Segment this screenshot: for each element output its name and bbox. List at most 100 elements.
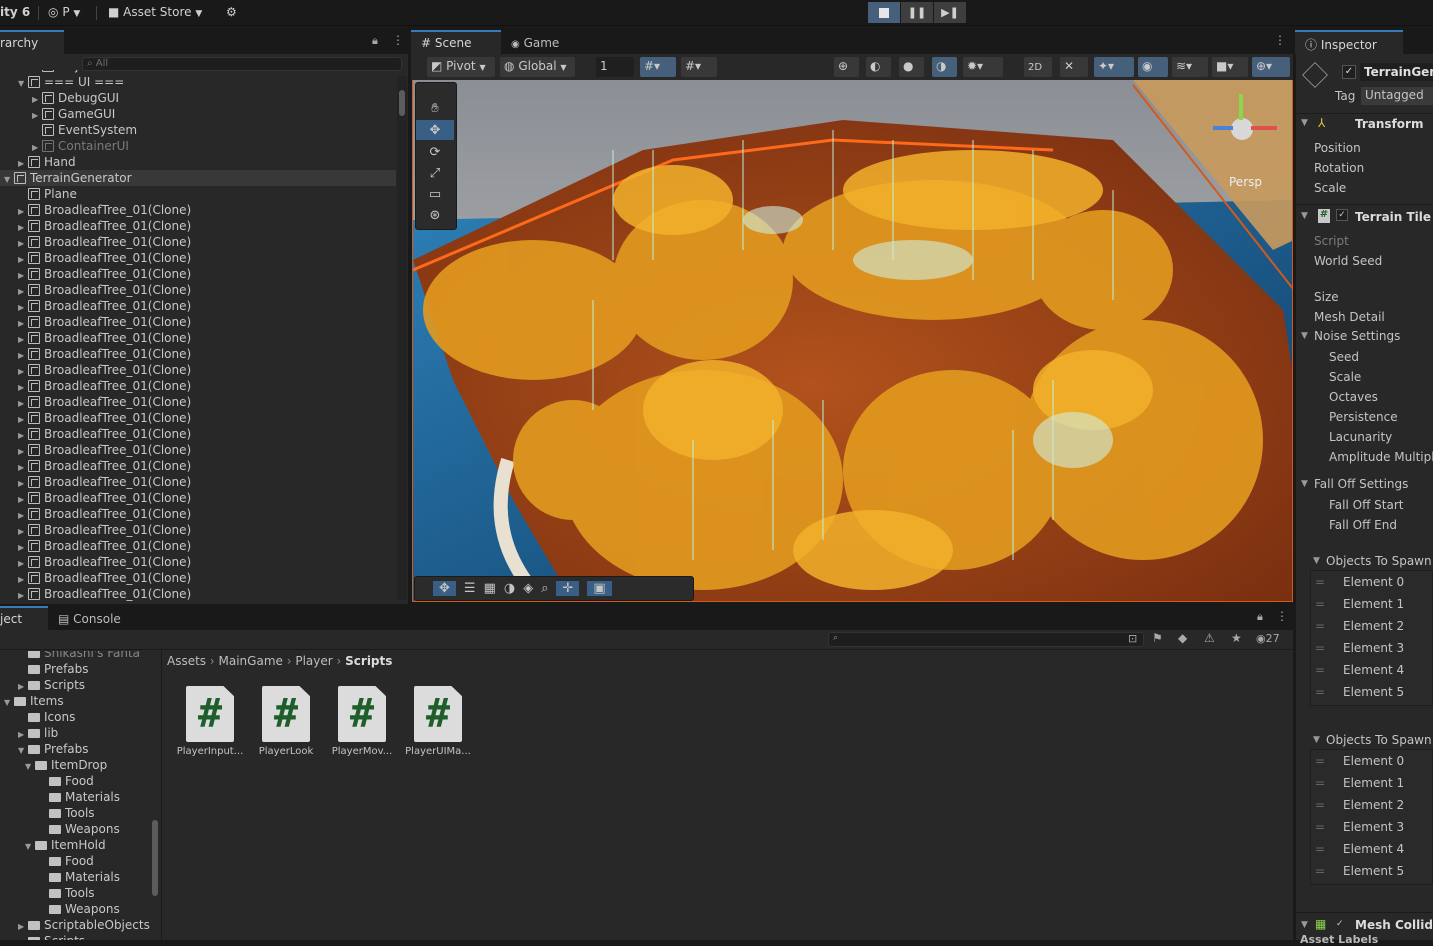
drag-handle-icon[interactable]: = <box>1315 575 1325 589</box>
hierarchy-item[interactable]: ▼ === UI === <box>0 74 396 90</box>
hierarchy-item[interactable]: EventSystem <box>0 122 396 138</box>
hierarchy-item[interactable]: ▶ BroadleafTree_01(Clone) <box>0 298 396 314</box>
hand-tool[interactable]: ✋︎ <box>416 98 454 118</box>
hierarchy-item[interactable]: ▶ BroadleafTree_01(Clone) <box>0 218 396 234</box>
asset-store-button[interactable]: ■ Asset Store ▼ <box>108 5 202 19</box>
gizmos-dropdown[interactable]: ⊕▾ <box>1252 57 1290 77</box>
folder-item[interactable]: Shikashi's Fanta <box>0 651 150 661</box>
hierarchy-item[interactable]: ▶ BroadleafTree_01(Clone) <box>0 394 396 410</box>
collapse-arrow-icon[interactable]: ▼ <box>1301 479 1308 489</box>
hierarchy-item[interactable]: ▶ BroadleafTree_01(Clone) <box>0 570 396 586</box>
grid-size-input[interactable]: 1 <box>596 57 634 77</box>
favorites-star-icon[interactable]: ★ <box>1231 631 1242 645</box>
hierarchy-item[interactable]: ▶ BroadleafTree_01(Clone) <box>0 522 396 538</box>
more-options-icon[interactable]: ⋮ <box>1276 609 1288 623</box>
tab-scene[interactable]: # Scene <box>411 30 501 54</box>
move-overlay-icon[interactable]: ✥ <box>433 581 456 596</box>
filter-issues-icon[interactable]: ⚠ <box>1204 631 1215 645</box>
hierarchy-item[interactable]: Plane <box>0 186 396 202</box>
folder-item[interactable]: ▼ ItemHold <box>0 837 150 853</box>
lock-icon[interactable]: 🔒︎ <box>1257 610 1263 624</box>
hierarchy-item[interactable]: ▶ BroadleafTree_01(Clone) <box>0 362 396 378</box>
global-dropdown[interactable]: ◍ Global ▼ <box>500 57 575 77</box>
breadcrumb-player[interactable]: Player <box>295 654 332 668</box>
hierarchy-item[interactable]: ▶ BroadleafTree_01(Clone) <box>0 266 396 282</box>
folder-item[interactable]: Tools <box>0 885 150 901</box>
hierarchy-item[interactable]: ▶ BroadleafTree_01(Clone) <box>0 474 396 490</box>
folder-item[interactable]: Tools <box>0 805 150 821</box>
project-tree-scrollbar[interactable] <box>150 656 160 936</box>
rotate-tool[interactable]: ⟳ <box>416 142 454 162</box>
filter-type-icon[interactable]: ⚑ <box>1152 631 1163 645</box>
hierarchy-item[interactable]: ▶ Hand <box>0 154 396 170</box>
hierarchy-item[interactable]: ▶ BroadleafTree_01(Clone) <box>0 234 396 250</box>
hierarchy-item[interactable]: ▶ BroadleafTree_01(Clone) <box>0 586 396 602</box>
shading-icon[interactable]: ◑ <box>504 581 515 596</box>
drag-handle-icon[interactable]: = <box>1315 619 1325 633</box>
hierarchy-item[interactable]: ▶ BroadleafTree_01(Clone) <box>0 554 396 570</box>
drag-handle-icon[interactable]: = <box>1315 842 1325 856</box>
hierarchy-item[interactable]: ▶ BroadleafTree_01(Clone) <box>0 202 396 218</box>
hierarchy-item[interactable]: ▶ BroadleafTree_01(Clone) <box>0 282 396 298</box>
tab-inspector[interactable]: ⓘ Inspector <box>1295 30 1403 54</box>
draw-mode-shaded[interactable]: ● <box>899 57 924 77</box>
spawn-list-element[interactable]: = Element 1 <box>1311 597 1433 619</box>
spawn-list-element[interactable]: = Element 4 <box>1311 842 1433 864</box>
lighting-toggle[interactable]: ✕ <box>1060 57 1088 77</box>
hierarchy-scrollbar[interactable] <box>397 76 407 600</box>
noise-settings-foldout[interactable]: Noise Settings <box>1314 329 1400 343</box>
folder-item[interactable]: ▶ ScriptableObjects <box>0 917 150 933</box>
lock-icon[interactable]: 🔒︎ <box>372 34 378 48</box>
folder-item[interactable]: Prefabs <box>0 661 150 677</box>
zoom-icon[interactable]: ⌕ <box>541 581 548 596</box>
spawn-list-element[interactable]: = Element 3 <box>1311 641 1433 663</box>
filter-label-icon[interactable]: ◆ <box>1178 631 1187 645</box>
scene-visibility-toggle[interactable]: ◉ <box>1138 57 1168 77</box>
rect-tool[interactable]: ▭ <box>416 184 454 204</box>
mesh-collider-title[interactable]: Mesh Collider <box>1355 918 1433 932</box>
grid-overlay-icon[interactable]: ▦ <box>484 581 496 596</box>
navmesh-icon[interactable]: ◈ <box>523 581 533 596</box>
hierarchy-item[interactable]: ▶ BroadleafTree_01(Clone) <box>0 426 396 442</box>
spawn-list-element[interactable]: = Element 1 <box>1311 776 1433 798</box>
camera-overlay-icon[interactable]: ▣ <box>587 581 612 596</box>
objects-to-spawn-foldout-1[interactable]: Objects To Spawn <box>1326 554 1432 568</box>
pause-button[interactable]: ❚❚ <box>901 2 933 23</box>
draw-mode-shaded-wire[interactable]: ◐ <box>866 57 891 77</box>
collapse-arrow-icon[interactable]: ▼ <box>1313 735 1320 745</box>
hierarchy-item[interactable]: ▶ BroadleafTree_01(Clone) <box>0 538 396 554</box>
drag-handle-icon[interactable]: = <box>1315 641 1325 655</box>
folder-item[interactable]: Scripts <box>0 933 150 940</box>
spawn-list-element[interactable]: = Element 4 <box>1311 663 1433 685</box>
drag-handle-icon[interactable]: = <box>1315 754 1325 768</box>
breadcrumb-assets[interactable]: Assets <box>167 654 206 668</box>
pivot-dropdown[interactable]: ◩ Pivot ▼ <box>427 57 495 77</box>
persp-label[interactable]: Persp <box>1229 175 1262 189</box>
orientation-gizmo[interactable] <box>1203 88 1283 188</box>
hierarchy-item[interactable]: ▶ ContainerUI <box>0 138 396 154</box>
increment-snap-toggle[interactable]: #▾ <box>681 57 717 77</box>
more-options-icon[interactable]: ⋮ <box>392 33 404 47</box>
scene-viewport[interactable]: Persp <box>412 80 1293 602</box>
tab-project[interactable]: ject <box>0 606 48 630</box>
active-checkbox[interactable]: ✓ <box>1342 65 1356 79</box>
drag-handle-icon[interactable]: = <box>1315 798 1325 812</box>
drag-handle-icon[interactable]: = <box>1315 864 1325 878</box>
collapse-arrow-icon[interactable]: ▼ <box>1301 118 1308 128</box>
folder-item[interactable]: Weapons <box>0 821 150 837</box>
effects-dropdown[interactable]: ✦▾ <box>1094 57 1134 77</box>
folder-item[interactable]: ▼ ItemDrop <box>0 757 150 773</box>
visible-count[interactable]: ◉27 <box>1256 632 1280 645</box>
cloud-settings-icon[interactable]: ⚙ <box>226 5 237 19</box>
drag-handle-icon[interactable]: = <box>1315 776 1325 790</box>
transform-tool[interactable]: ⊛ <box>416 205 454 225</box>
snap-icon[interactable]: ✛ <box>556 581 580 596</box>
falloff-settings-foldout[interactable]: Fall Off Settings <box>1314 477 1408 491</box>
drag-handle-icon[interactable]: = <box>1315 685 1325 699</box>
more-options-icon[interactable]: ⋮ <box>1274 33 1286 47</box>
spawn-list-element[interactable]: = Element 5 <box>1311 685 1433 707</box>
asset-script-playerinput[interactable]: # PlayerInput... <box>172 686 248 757</box>
scale-tool[interactable]: ⤢ <box>416 163 454 183</box>
step-button[interactable]: ▶❚ <box>934 2 966 23</box>
camera-dropdown[interactable]: ■▾ <box>1212 57 1248 77</box>
